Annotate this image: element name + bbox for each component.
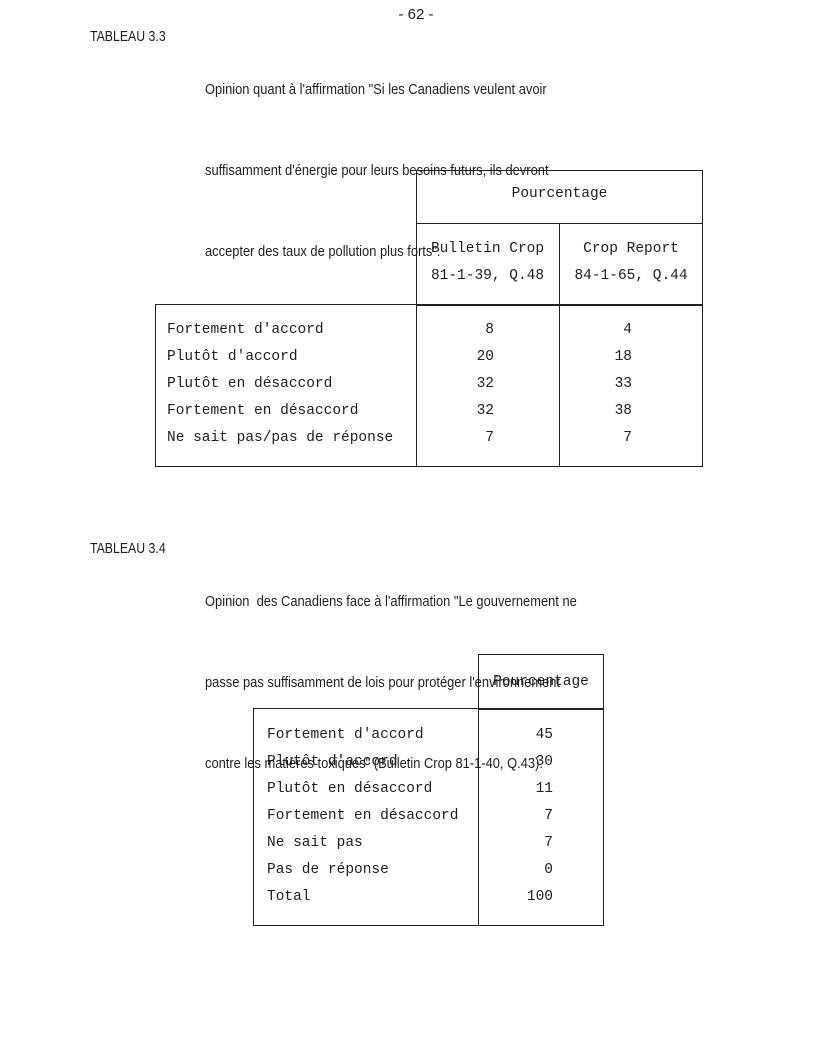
cell-value: 32 bbox=[476, 403, 494, 419]
cell-value: 7 bbox=[544, 808, 553, 824]
row-label: Ne sait pas/pas de réponse bbox=[167, 430, 394, 446]
caption-line: Opinion quant à l'affirmation "Si les Ca… bbox=[205, 81, 547, 98]
column-header-1-line1: Bulletin Crop bbox=[430, 241, 545, 257]
cell-value: 45 bbox=[535, 727, 553, 743]
caption-line: passe pas suffisamment de lois pour prot… bbox=[205, 674, 561, 691]
cell-value: 38 bbox=[614, 403, 632, 419]
row-label: Fortement d'accord bbox=[167, 322, 324, 338]
row-label: Plutôt en désaccord bbox=[267, 781, 433, 797]
row-label: Pas de réponse bbox=[267, 862, 389, 878]
column-header: Pourcentage bbox=[493, 674, 589, 690]
row-label: Fortement en désaccord bbox=[267, 808, 459, 824]
cell-value: 100 bbox=[526, 889, 553, 905]
row-label: Fortement en désaccord bbox=[167, 403, 359, 419]
column-header-1-line2: 81-1-39, Q.48 bbox=[430, 268, 545, 284]
cell-value: 7 bbox=[623, 430, 632, 446]
cell-value: 11 bbox=[535, 781, 553, 797]
row-label: Plutôt en désaccord bbox=[167, 376, 333, 392]
cell-value: 8 bbox=[485, 322, 494, 338]
cell-value: 18 bbox=[614, 349, 632, 365]
label-column-divider bbox=[478, 708, 479, 926]
cell-value: 32 bbox=[476, 376, 494, 392]
row-label: Total bbox=[267, 889, 311, 905]
cell-value: 7 bbox=[485, 430, 494, 446]
cell-value: 33 bbox=[614, 376, 632, 392]
group-header: Pourcentage bbox=[511, 186, 608, 202]
cell-value: 30 bbox=[535, 754, 553, 770]
caption-line: Opinion des Canadiens face à l'affirmati… bbox=[205, 593, 577, 610]
table-3-4-label: TABLEAU 3.4 bbox=[90, 540, 166, 557]
page-number: - 62 - bbox=[398, 6, 434, 23]
column-header-2-line1: Crop Report bbox=[583, 241, 679, 257]
cell-value: 7 bbox=[544, 835, 553, 851]
row-label: Fortement d'accord bbox=[267, 727, 424, 743]
cell-value: 4 bbox=[623, 322, 632, 338]
cell-value: 0 bbox=[544, 862, 553, 878]
column-header-2-line2: 84-1-65, Q.44 bbox=[574, 268, 688, 284]
label-column-divider bbox=[416, 304, 417, 467]
row-label: Ne sait pas bbox=[267, 835, 363, 851]
row-label: Plutôt d'accord bbox=[267, 754, 398, 770]
table-3-3-label: TABLEAU 3.3 bbox=[90, 28, 166, 45]
row-label: Plutôt d'accord bbox=[167, 349, 298, 365]
cell-value: 20 bbox=[476, 349, 494, 365]
